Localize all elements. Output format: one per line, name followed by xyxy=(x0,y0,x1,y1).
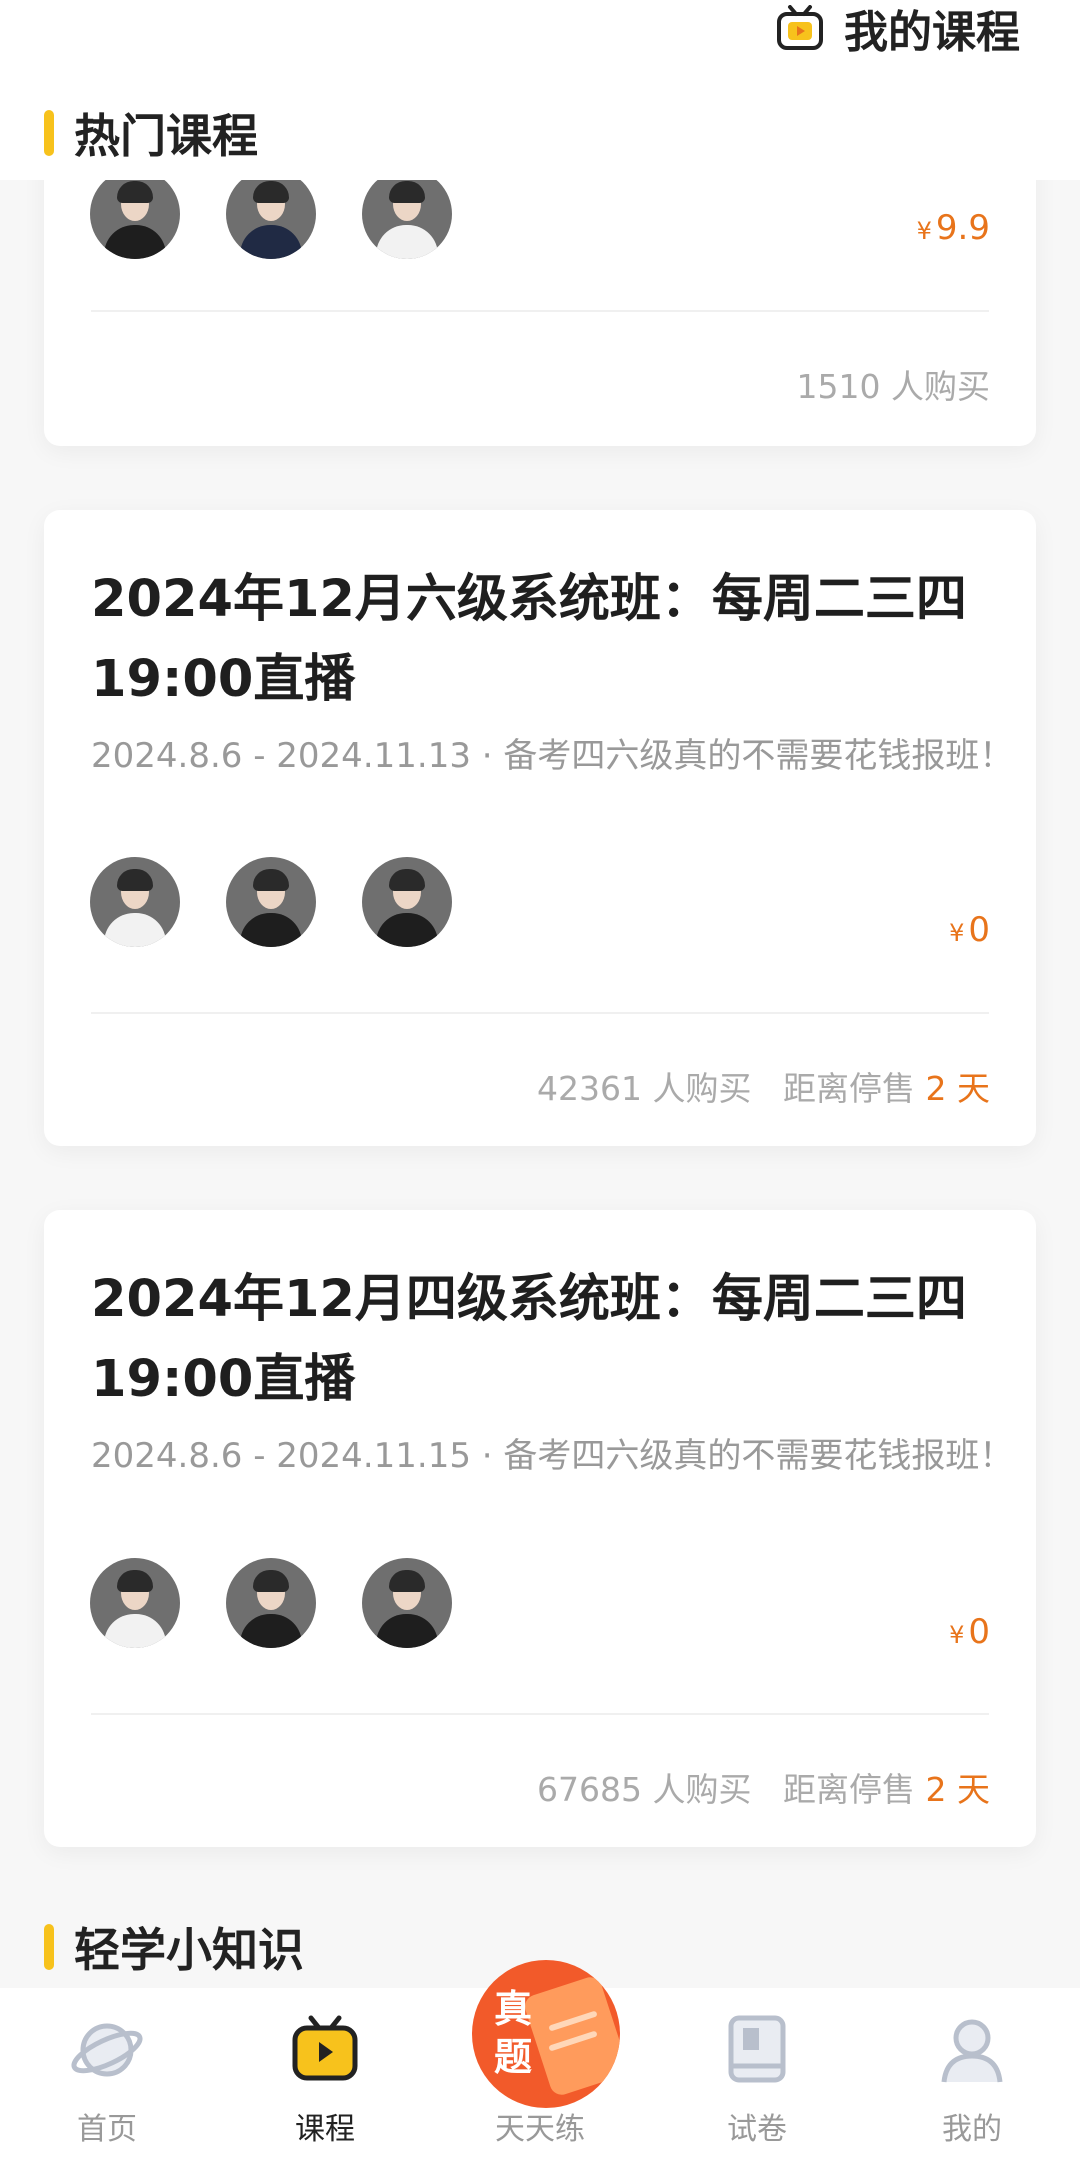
badge-text-ti: 题 xyxy=(494,2035,533,2079)
nav-item-courses[interactable]: 课程 xyxy=(235,1988,415,2161)
user-icon xyxy=(941,2019,1003,2083)
header: 我的课程 热门课程 xyxy=(0,0,1080,180)
price-value: 9.9 xyxy=(935,208,990,248)
heading-accent-bar xyxy=(44,1924,54,1970)
stop-sale-days: 2 天 xyxy=(925,1770,991,1809)
nav-label: 天天练 xyxy=(495,2112,585,2147)
my-courses-button[interactable]: 我的课程 xyxy=(776,0,1020,58)
card-footer: 42361 人购买 距离停售 2 天 xyxy=(537,1062,990,1110)
nav-item-home[interactable]: 首页 xyxy=(17,1988,197,2161)
nav-label: 我的 xyxy=(942,2112,1002,2147)
hot-courses-title: 热门课程 xyxy=(74,109,258,163)
teacher-avatar xyxy=(226,1558,316,1648)
buyer-count: 42361 人购买 xyxy=(537,1069,752,1108)
nav-label: 首页 xyxy=(77,2112,137,2147)
course-subtitle: 2024.8.6 - 2024.11.15 · 备考四六级真的不需要花钱报班！ xyxy=(91,1436,1014,1476)
card-footer: 1510 人购买 xyxy=(797,360,990,408)
course-title: 2024年12月六级系统班：每周二三四19:00直播 xyxy=(91,570,967,709)
card-divider xyxy=(91,310,989,312)
teacher-avatar xyxy=(90,169,180,259)
teacher-avatars xyxy=(90,169,452,259)
currency-symbol: ¥ xyxy=(916,217,932,245)
paper-icon xyxy=(728,2015,786,2083)
price-value: 0 xyxy=(968,910,990,950)
teacher-avatar xyxy=(90,1558,180,1648)
knowledge-title: 轻学小知识 xyxy=(74,1923,304,1977)
course-price: ¥0 xyxy=(949,1612,990,1652)
planet-icon xyxy=(71,2023,143,2077)
card-footer: 67685 人购买 距离停售 2 天 xyxy=(537,1763,990,1811)
course-title: 2024年12月四级系统班：每周二三四19:00直播 xyxy=(91,1270,967,1409)
currency-symbol: ¥ xyxy=(949,1621,965,1649)
practice-icon[interactable]: 真 题 xyxy=(472,1960,620,2108)
buyer-count: 1510 人购买 xyxy=(796,367,990,406)
my-courses-label: 我的课程 xyxy=(844,7,1020,58)
teacher-avatar xyxy=(226,169,316,259)
price-value: 0 xyxy=(968,1612,990,1652)
course-price: ¥9.9 xyxy=(917,208,990,248)
knowledge-heading: 轻学小知识 xyxy=(44,1914,304,1980)
tv-icon xyxy=(292,2015,358,2081)
teacher-avatars xyxy=(90,857,452,947)
nav-label: 课程 xyxy=(295,2112,355,2147)
heading-accent-bar xyxy=(44,110,54,156)
card-divider xyxy=(91,1012,989,1014)
nav-label: 试卷 xyxy=(727,2112,787,2147)
currency-symbol: ¥ xyxy=(949,919,965,947)
buyer-count: 67685 人购买 xyxy=(537,1770,752,1809)
teacher-avatar xyxy=(362,169,452,259)
course-price: ¥0 xyxy=(949,910,990,950)
card-divider xyxy=(91,1713,989,1715)
stop-sale-label: 距离停售 xyxy=(783,1069,915,1108)
tv-icon xyxy=(777,5,823,50)
teacher-avatar xyxy=(362,1558,452,1648)
scroll-shape xyxy=(521,1974,620,2098)
course-card[interactable]: 2024年12月六级系统班：每周二三四19:00直播 2024.8.6 - 20… xyxy=(44,510,1036,1146)
badge-text-zhen: 真 xyxy=(494,1987,533,2031)
teacher-avatar xyxy=(362,857,452,947)
teacher-avatar xyxy=(226,857,316,947)
course-subtitle: 2024.8.6 - 2024.11.13 · 备考四六级真的不需要花钱报班！ xyxy=(91,736,1014,776)
nav-item-profile[interactable]: 我的 xyxy=(882,1988,1062,2161)
hot-courses-heading: 热门课程 xyxy=(44,100,258,166)
teacher-avatars xyxy=(90,1558,452,1648)
teacher-avatar xyxy=(90,857,180,947)
stop-sale-label: 距离停售 xyxy=(783,1770,915,1809)
nav-item-papers[interactable]: 试卷 xyxy=(667,1988,847,2161)
course-card[interactable]: 2024年12月四级系统班：每周二三四19:00直播 2024.8.6 - 20… xyxy=(44,1210,1036,1847)
stop-sale-days: 2 天 xyxy=(925,1069,991,1108)
